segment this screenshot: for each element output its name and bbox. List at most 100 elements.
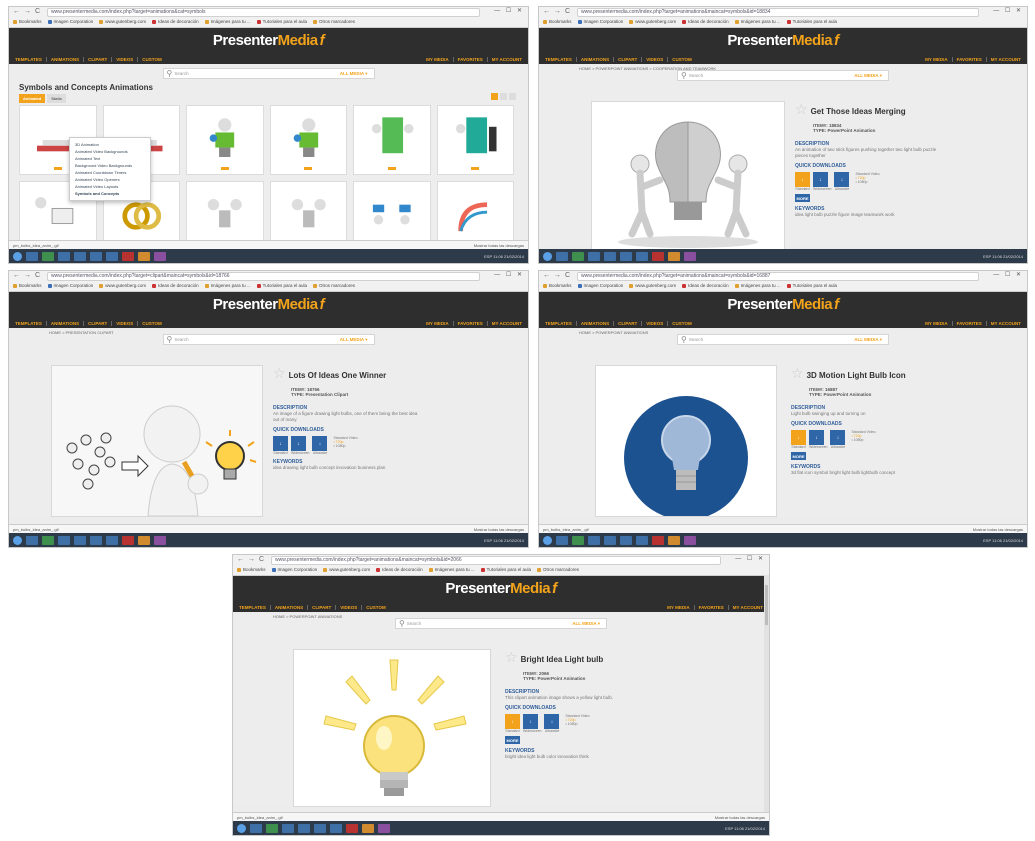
app-icon[interactable] bbox=[122, 251, 134, 261]
app-icon[interactable] bbox=[620, 535, 632, 545]
nav-videos[interactable]: Videos bbox=[646, 57, 663, 62]
window-controls[interactable]: — ☐ ✕ bbox=[735, 555, 765, 562]
start-button-icon[interactable] bbox=[237, 823, 246, 833]
nav-my-media[interactable]: My Media bbox=[667, 605, 689, 610]
bookmark-item[interactable]: www.gutenberg.com bbox=[323, 567, 370, 572]
option-1080[interactable]: • 1080p bbox=[851, 438, 875, 442]
bookmark-item[interactable]: Imagen Corporation bbox=[47, 19, 93, 24]
app-icon[interactable] bbox=[138, 251, 150, 261]
filter-static[interactable]: Static bbox=[47, 94, 67, 103]
app-icon[interactable] bbox=[138, 535, 150, 545]
nav-my-media[interactable]: My Media bbox=[925, 57, 947, 62]
download-item[interactable]: pm_bulbs_idea_anim_.gif bbox=[13, 243, 59, 248]
bookmark-item[interactable]: Imagen Corporation bbox=[577, 19, 623, 24]
download-standard-button[interactable]: ↓ bbox=[273, 436, 288, 451]
app-icon[interactable] bbox=[330, 823, 342, 833]
app-icon[interactable] bbox=[572, 251, 584, 261]
app-icon[interactable] bbox=[154, 535, 166, 545]
nav-templates[interactable]: Templates bbox=[239, 605, 266, 610]
app-icon[interactable] bbox=[58, 251, 70, 261]
download-item[interactable]: pm_bulbs_idea_anim_.gif bbox=[13, 527, 59, 532]
bookmark-item[interactable]: Otros marcadores bbox=[313, 19, 355, 24]
app-icon[interactable] bbox=[652, 535, 664, 545]
app-icon[interactable] bbox=[668, 535, 680, 545]
app-icon[interactable] bbox=[346, 823, 358, 833]
start-button-icon[interactable] bbox=[543, 251, 552, 261]
search-input[interactable]: ⚲ Search ALL MEDIA ▾ bbox=[677, 334, 889, 345]
nav-templates[interactable]: Templates bbox=[545, 57, 572, 62]
app-icon[interactable] bbox=[106, 251, 118, 261]
address-bar[interactable]: www.presentermedia.com/index.php?target=… bbox=[47, 8, 480, 17]
nav-my-account[interactable]: My Account bbox=[991, 57, 1021, 62]
app-icon[interactable] bbox=[684, 535, 696, 545]
bookmark-item[interactable]: Otros marcadores bbox=[537, 567, 579, 572]
reload-icon[interactable]: C bbox=[259, 556, 264, 563]
nav-custom[interactable]: Custom bbox=[672, 321, 691, 326]
page-scrollbar[interactable] bbox=[764, 575, 769, 813]
app-icon[interactable] bbox=[58, 535, 70, 545]
nav-animations[interactable]: Animations bbox=[51, 57, 79, 62]
app-icon[interactable] bbox=[620, 251, 632, 261]
bookmark-item[interactable]: Ideas de decoración bbox=[152, 19, 199, 24]
bookmark-item[interactable]: Ideas de decoración bbox=[682, 283, 729, 288]
start-button-icon[interactable] bbox=[13, 251, 22, 261]
nav-favorites[interactable]: Favorites bbox=[458, 321, 483, 326]
download-ultrawide-button[interactable]: ↓ bbox=[834, 172, 850, 187]
app-icon[interactable] bbox=[154, 251, 166, 261]
app-icon[interactable] bbox=[378, 823, 390, 833]
favorite-star-icon[interactable]: ☆ bbox=[505, 649, 518, 666]
menu-item[interactable]: Animated Countdown Timers bbox=[70, 169, 150, 176]
forward-icon[interactable]: → bbox=[24, 272, 31, 279]
forward-icon[interactable]: → bbox=[248, 556, 255, 563]
nav-animations[interactable]: Animations bbox=[581, 57, 609, 62]
app-icon[interactable] bbox=[636, 251, 648, 261]
search-input[interactable]: ⚲ Search ALL MEDIA ▾ bbox=[395, 618, 607, 629]
window-controls[interactable]: — ☐ ✕ bbox=[494, 271, 524, 278]
menu-item[interactable]: 3D Animation bbox=[70, 141, 150, 148]
explorer-icon[interactable] bbox=[26, 251, 38, 261]
thumbnail[interactable] bbox=[269, 105, 347, 175]
nav-animations[interactable]: Animations bbox=[275, 605, 303, 610]
option-1080[interactable]: • 1080p bbox=[565, 722, 589, 726]
list-view-icon[interactable] bbox=[509, 93, 516, 100]
bookmark-item[interactable]: Ideas de decoración bbox=[376, 567, 423, 572]
download-ultrawide-button[interactable]: ↓ bbox=[544, 714, 560, 729]
download-widescreen-button[interactable]: ↓ bbox=[291, 436, 306, 451]
app-icon[interactable] bbox=[106, 535, 118, 545]
nav-my-account[interactable]: My Account bbox=[492, 321, 522, 326]
window-controls[interactable]: — ☐ ✕ bbox=[993, 7, 1023, 14]
bookmark-item[interactable]: Bookmarks bbox=[543, 19, 572, 24]
nav-templates[interactable]: Templates bbox=[15, 57, 42, 62]
explorer-icon[interactable] bbox=[556, 535, 568, 545]
bookmark-item[interactable]: Imágenes para tu ... bbox=[204, 19, 251, 24]
download-widescreen-button[interactable]: ↓ bbox=[523, 714, 538, 729]
back-icon[interactable]: ← bbox=[237, 556, 244, 563]
forward-icon[interactable]: → bbox=[554, 272, 561, 279]
grid-view-icon[interactable] bbox=[491, 93, 498, 100]
nav-clipart[interactable]: Clipart bbox=[312, 605, 331, 610]
show-all-downloads[interactable]: Mostrar todas las descargas bbox=[973, 527, 1023, 532]
more-button[interactable]: MORE bbox=[795, 194, 810, 202]
nav-my-media[interactable]: My Media bbox=[925, 321, 947, 326]
app-icon[interactable] bbox=[298, 823, 310, 833]
forward-icon[interactable]: → bbox=[24, 8, 31, 15]
back-icon[interactable]: ← bbox=[13, 8, 20, 15]
app-icon[interactable] bbox=[42, 251, 54, 261]
bookmark-item[interactable]: Ideas de decoración bbox=[152, 283, 199, 288]
bookmark-item[interactable]: Imágenes para tu ... bbox=[734, 283, 781, 288]
bookmark-item[interactable]: Ideas de decoración bbox=[682, 19, 729, 24]
window-controls[interactable]: — ☐ ✕ bbox=[993, 271, 1023, 278]
bookmark-item[interactable]: www.gutenberg.com bbox=[629, 283, 676, 288]
product-preview[interactable] bbox=[293, 649, 491, 807]
menu-item[interactable]: Animated Video Backgrounds bbox=[70, 148, 150, 155]
favorite-star-icon[interactable]: ☆ bbox=[791, 365, 804, 382]
download-ultrawide-button[interactable]: ↓ bbox=[312, 436, 328, 451]
reload-icon[interactable]: C bbox=[35, 8, 40, 15]
app-icon[interactable] bbox=[74, 251, 86, 261]
product-preview[interactable] bbox=[51, 365, 263, 517]
reload-icon[interactable]: C bbox=[35, 272, 40, 279]
explorer-icon[interactable] bbox=[556, 251, 568, 261]
app-icon[interactable] bbox=[604, 535, 616, 545]
app-icon[interactable] bbox=[588, 251, 600, 261]
address-bar[interactable]: www.presentermedia.com/index.php?target=… bbox=[271, 556, 721, 565]
